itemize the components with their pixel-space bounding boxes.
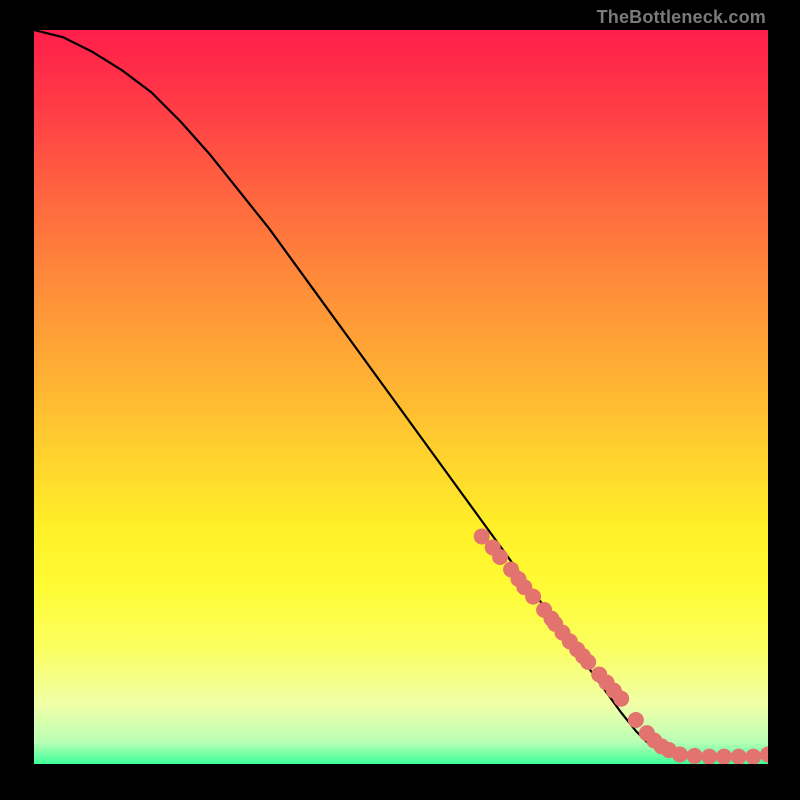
chart-overlay bbox=[34, 30, 768, 764]
data-point bbox=[745, 749, 761, 764]
data-point bbox=[716, 749, 732, 764]
data-point bbox=[701, 749, 717, 764]
data-point bbox=[580, 654, 596, 670]
data-point bbox=[628, 712, 644, 728]
data-point bbox=[613, 691, 629, 707]
data-point bbox=[492, 549, 508, 565]
watermark-label: TheBottleneck.com bbox=[597, 8, 766, 26]
data-point bbox=[525, 589, 541, 605]
data-point bbox=[760, 746, 768, 762]
bottleneck-curve bbox=[34, 30, 768, 757]
chart-stage: TheBottleneck.com bbox=[0, 0, 800, 800]
plot-area bbox=[34, 30, 768, 764]
data-points-group bbox=[474, 528, 768, 764]
data-point bbox=[672, 746, 688, 762]
data-point bbox=[731, 749, 747, 764]
data-point bbox=[687, 748, 703, 764]
